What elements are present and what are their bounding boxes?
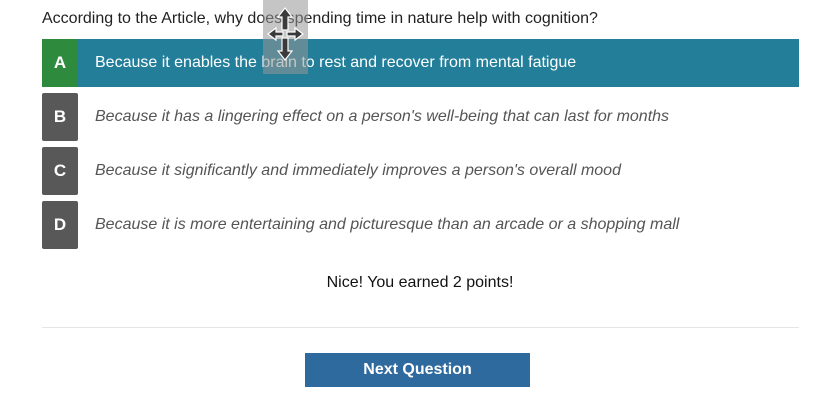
option-text-a: Because it enables the brain to rest and… [95,54,577,71]
option-text-d: Because it is more entertaining and pict… [95,216,680,233]
feedback-message: Nice! You earned 2 points! [326,274,514,291]
question-text: According to the Article, why does spend… [42,10,598,27]
answer-option-d[interactable]: D Because it is more entertaining and pi… [42,201,799,249]
move-cursor-icon [267,7,304,61]
option-letter-d: D [42,201,78,249]
quiz-page: According to the Article, why does spend… [0,0,822,419]
option-letter-a: A [42,39,78,87]
move-cursor-overlay[interactable] [263,0,308,74]
answer-option-a[interactable]: A Because it enables the brain to rest a… [42,39,799,87]
option-letter-b: B [42,93,78,141]
answer-option-c[interactable]: C Because it significantly and immediate… [42,147,799,195]
divider [42,327,799,328]
option-letter-c: C [42,147,78,195]
option-text-b: Because it has a lingering effect on a p… [95,108,670,125]
answer-option-b[interactable]: B Because it has a lingering effect on a… [42,93,799,141]
option-text-c: Because it significantly and immediately… [95,162,621,179]
next-question-button[interactable]: Next Question [305,353,530,387]
